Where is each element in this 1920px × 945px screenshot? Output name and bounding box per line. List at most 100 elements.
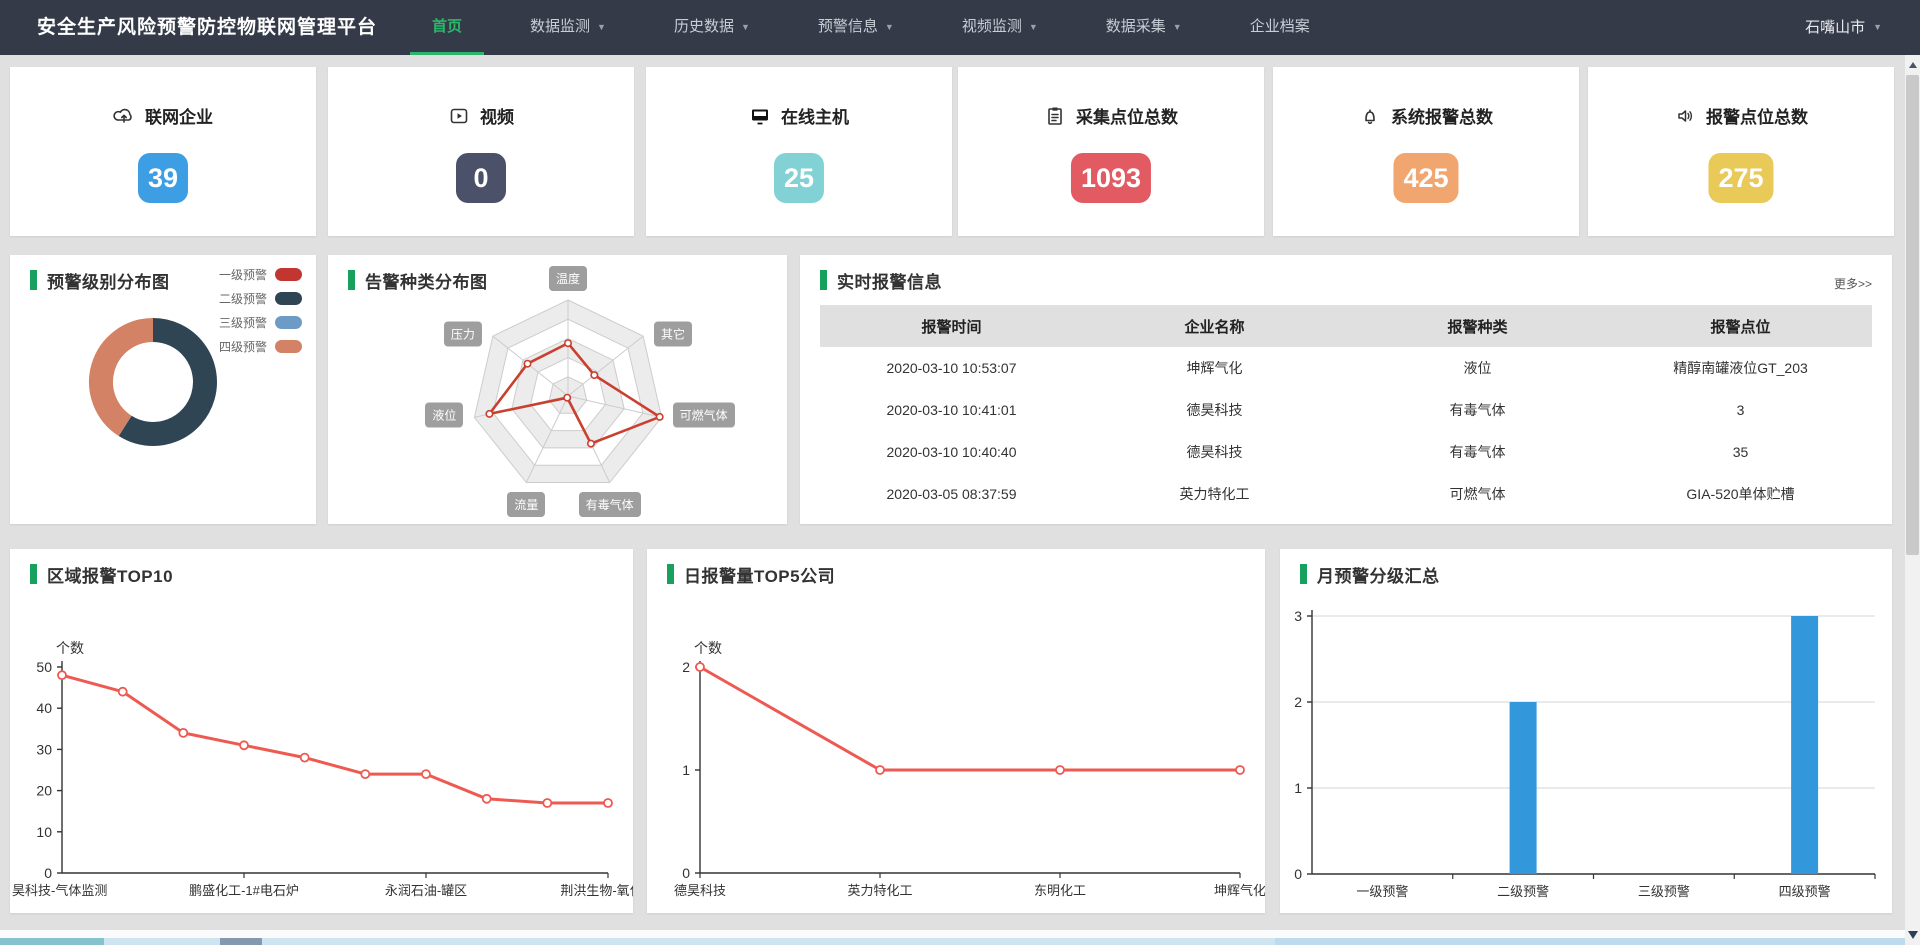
svg-text:永润石油-罐区: 永润石油-罐区 [385, 883, 467, 898]
radar-axis-label-1: 其它 [654, 322, 692, 347]
clipboard-icon [1044, 105, 1066, 127]
cloud-link-icon [113, 105, 135, 127]
svg-text:东明化工: 东明化工 [1034, 883, 1086, 898]
svg-text:20: 20 [36, 783, 52, 799]
stat-value-badge: 275 [1708, 153, 1773, 203]
stat-card-1: 视频0 [328, 67, 634, 236]
nav-item-1[interactable]: 数据监测▼ [508, 0, 628, 55]
stat-card-2: 在线主机 25 [646, 67, 952, 236]
scrollbar-down-arrow[interactable] [1905, 927, 1920, 943]
monitor-icon [749, 105, 771, 127]
nav-item-2[interactable]: 历史数据▼ [652, 0, 772, 55]
stat-label: 系统报警总数 [1391, 103, 1493, 128]
alarm-cell: 2020-03-10 10:41:01 [820, 389, 1083, 431]
stat-head: 在线主机 [646, 103, 952, 128]
stat-head: 联网企业 [10, 103, 316, 128]
nav-item-6[interactable]: 企业档案 [1228, 0, 1332, 55]
stat-value-badge: 39 [138, 153, 188, 203]
nav-item-label: 数据监测 [530, 0, 590, 54]
svg-text:2: 2 [682, 659, 690, 675]
bell-icon [1359, 105, 1381, 127]
stat-label: 采集点位总数 [1076, 103, 1178, 128]
clipboard-icon [1044, 105, 1066, 127]
realtime-alarm-table: 报警时间企业名称报警种类报警点位 2020-03-10 10:53:07坤辉气化… [820, 305, 1872, 515]
stat-value-badge: 25 [774, 153, 824, 203]
chevron-down-icon: ▼ [885, 0, 894, 55]
panel-alarm-level-donut: 预警级别分布图 一级预警二级预警三级预警四级预警 [10, 255, 316, 524]
alarm-row-2[interactable]: 2020-03-10 10:40:40德昊科技有毒气体35 [820, 431, 1872, 473]
svg-text:四级预警: 四级预警 [1779, 884, 1831, 899]
scrollbar-thumb[interactable] [1906, 75, 1919, 555]
svg-text:1: 1 [1294, 780, 1302, 796]
radar-axis-label-0: 温度 [549, 266, 587, 291]
svg-text:三级预警: 三级预警 [1638, 884, 1690, 899]
svg-text:0: 0 [682, 865, 690, 881]
svg-text:0: 0 [44, 865, 52, 881]
radar-axis-label-2: 可燃气体 [673, 403, 735, 428]
cloud-link-icon [113, 105, 135, 127]
scrollbar-up-arrow[interactable] [1905, 57, 1920, 73]
alarm-cell: 35 [1609, 431, 1872, 473]
nav-item-label: 历史数据 [674, 0, 734, 54]
stat-head: 报警点位总数 [1588, 103, 1894, 128]
stat-value-badge: 425 [1393, 153, 1458, 203]
alarm-cell: 英力特化工 [1083, 473, 1346, 515]
svg-text:50: 50 [36, 659, 52, 675]
nav-item-0[interactable]: 首页 [410, 0, 484, 55]
region-alarm-top10-line-chart: 01020304050个数昊科技-气体监测鹏盛化工-1#电石炉永润石油-罐区荆洪… [10, 549, 633, 913]
chevron-down-icon: ▼ [1173, 0, 1182, 55]
radar-axis-label-3: 有毒气体 [579, 492, 641, 517]
monitor-icon [749, 105, 771, 127]
footer-gap [0, 930, 1920, 938]
chevron-down-icon: ▼ [597, 0, 606, 55]
alarm-row-1[interactable]: 2020-03-10 10:41:01德昊科技有毒气体3 [820, 389, 1872, 431]
stat-label: 在线主机 [781, 103, 849, 128]
stat-head: 系统报警总数 [1273, 103, 1579, 128]
alarm-cell: 有毒气体 [1346, 431, 1609, 473]
alarm-cell: 精醇南罐液位GT_203 [1609, 347, 1872, 389]
stat-value-badge: 1093 [1071, 153, 1151, 203]
alarm-row-3[interactable]: 2020-03-05 08:37:59英力特化工可燃气体GIA-520单体贮槽 [820, 473, 1872, 515]
radar-axis-label-6: 压力 [444, 322, 482, 347]
svg-text:10: 10 [36, 824, 52, 840]
app-title: 安全生产风险预警防控物联网管理平台 [37, 0, 377, 55]
region-selector[interactable]: 石嘴山市 ▼ [1805, 0, 1882, 55]
stat-label: 报警点位总数 [1706, 103, 1808, 128]
alarm-col-header-1: 企业名称 [1083, 305, 1346, 347]
svg-text:个数: 个数 [694, 640, 722, 656]
alarm-cell: 3 [1609, 389, 1872, 431]
panel-title: 实时报警信息 [837, 268, 942, 293]
video-play-icon [448, 105, 470, 127]
more-link[interactable]: 更多>> [1834, 275, 1872, 292]
nav-item-5[interactable]: 数据采集▼ [1084, 0, 1204, 55]
alarm-cell: 坤辉气化 [1083, 347, 1346, 389]
alarm-col-header-2: 报警种类 [1346, 305, 1609, 347]
svg-text:德昊科技: 德昊科技 [674, 883, 726, 898]
footer-strip [0, 938, 1920, 945]
nav-item-3[interactable]: 预警信息▼ [796, 0, 916, 55]
panel-realtime-alarms: 实时报警信息 更多>> 报警时间企业名称报警种类报警点位 2020-03-10 … [800, 255, 1892, 524]
footer-teal-segment [0, 938, 104, 945]
footer-slate-segment [220, 938, 262, 945]
svg-text:二级预警: 二级预警 [1497, 884, 1549, 899]
alarm-col-header-0: 报警时间 [820, 305, 1083, 347]
chevron-down-icon: ▼ [741, 0, 750, 55]
svg-text:3: 3 [1294, 608, 1302, 624]
svg-text:30: 30 [36, 741, 52, 757]
svg-text:荆洪生物-氧化反: 荆洪生物-氧化反 [560, 883, 633, 898]
panel-daily-alarm-top5: 日报警量TOP5公司 012个数德昊科技英力特化工东明化工坤辉气化 [647, 549, 1265, 913]
alarm-row-0[interactable]: 2020-03-10 10:53:07坤辉气化液位精醇南罐液位GT_203 [820, 347, 1872, 389]
nav-item-label: 企业档案 [1250, 0, 1310, 54]
alarm-cell: 液位 [1346, 347, 1609, 389]
svg-text:40: 40 [36, 700, 52, 716]
svg-text:一级预警: 一级预警 [1356, 884, 1408, 899]
nav-item-label: 数据采集 [1106, 0, 1166, 54]
alarm-cell: 德昊科技 [1083, 389, 1346, 431]
nav-item-label: 首页 [432, 0, 462, 54]
stat-card-4: 系统报警总数 425 [1273, 67, 1579, 236]
nav-item-4[interactable]: 视频监测▼ [940, 0, 1060, 55]
panel-head: 实时报警信息 [820, 269, 942, 291]
video-play-icon [448, 105, 470, 127]
panel-monthly-warning-summary: 月预警分级汇总 0123一级预警二级预警三级预警四级预警 [1280, 549, 1892, 913]
alarm-type-radar-chart [328, 255, 787, 524]
